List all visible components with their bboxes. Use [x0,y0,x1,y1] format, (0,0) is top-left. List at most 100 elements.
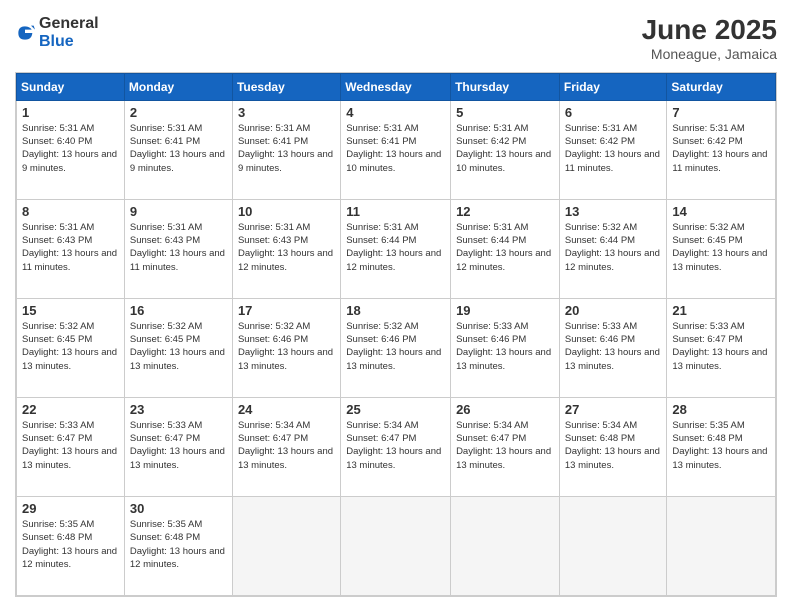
day-number: 24 [238,402,335,417]
day-info: Sunrise: 5:34 AMSunset: 6:47 PMDaylight:… [456,419,554,472]
day-number: 17 [238,303,335,318]
page: General Blue June 2025 Moneague, Jamaica… [0,0,792,612]
day-number: 27 [565,402,662,417]
day-number: 29 [22,501,119,516]
calendar-cell [232,496,340,595]
day-number: 7 [672,105,770,120]
calendar-cell: 10 Sunrise: 5:31 AMSunset: 6:43 PMDayligh… [232,199,340,298]
month-title: June 2025 [642,15,777,46]
col-tuesday: Tuesday [232,73,340,100]
col-wednesday: Wednesday [341,73,451,100]
calendar-cell: 8 Sunrise: 5:31 AMSunset: 6:43 PMDaylight… [17,199,125,298]
day-info: Sunrise: 5:33 AMSunset: 6:46 PMDaylight:… [565,320,662,373]
logo-text: General Blue [39,15,99,50]
day-number: 2 [130,105,227,120]
logo-blue-text: Blue [39,33,99,51]
calendar-cell: 19 Sunrise: 5:33 AMSunset: 6:46 PMDayligh… [451,298,560,397]
calendar-cell: 6 Sunrise: 5:31 AMSunset: 6:42 PMDaylight… [559,100,667,199]
day-info: Sunrise: 5:34 AMSunset: 6:47 PMDaylight:… [238,419,335,472]
day-info: Sunrise: 5:34 AMSunset: 6:48 PMDaylight:… [565,419,662,472]
day-info: Sunrise: 5:31 AMSunset: 6:40 PMDaylight:… [22,122,119,175]
calendar-cell: 15Sunrise: 5:32 AMSunset: 6:45 PMDayligh… [17,298,125,397]
calendar-week-5: 29 Sunrise: 5:35 AMSunset: 6:48 PMDayligh… [17,496,776,595]
calendar-cell [341,496,451,595]
day-number: 18 [346,303,445,318]
day-number: 23 [130,402,227,417]
col-friday: Friday [559,73,667,100]
day-number: 30 [130,501,227,516]
calendar-week-1: 1 Sunrise: 5:31 AMSunset: 6:40 PMDaylight… [17,100,776,199]
calendar-cell: 7 Sunrise: 5:31 AMSunset: 6:42 PMDaylight… [667,100,776,199]
day-info: Sunrise: 5:31 AMSunset: 6:43 PMDaylight:… [130,221,227,274]
calendar-cell: 1 Sunrise: 5:31 AMSunset: 6:40 PMDaylight… [17,100,125,199]
day-info: Sunrise: 5:32 AMSunset: 6:46 PMDaylight:… [238,320,335,373]
day-info: Sunrise: 5:35 AMSunset: 6:48 PMDaylight:… [672,419,770,472]
day-info: Sunrise: 5:32 AMSunset: 6:46 PMDaylight:… [346,320,445,373]
day-info: Sunrise: 5:31 AMSunset: 6:41 PMDaylight:… [238,122,335,175]
calendar-cell: 13Sunrise: 5:32 AMSunset: 6:44 PMDayligh… [559,199,667,298]
day-number: 6 [565,105,662,120]
calendar-cell: 17 Sunrise: 5:32 AMSunset: 6:46 PMDayligh… [232,298,340,397]
calendar-cell: 23 Sunrise: 5:33 AMSunset: 6:47 PMDayligh… [124,397,232,496]
day-info: Sunrise: 5:35 AMSunset: 6:48 PMDaylight:… [22,518,119,571]
day-info: Sunrise: 5:34 AMSunset: 6:47 PMDaylight:… [346,419,445,472]
calendar-cell: 14Sunrise: 5:32 AMSunset: 6:45 PMDayligh… [667,199,776,298]
calendar-week-2: 8 Sunrise: 5:31 AMSunset: 6:43 PMDaylight… [17,199,776,298]
calendar-header-row: Sunday Monday Tuesday Wednesday Thursday… [17,73,776,100]
day-info: Sunrise: 5:31 AMSunset: 6:42 PMDaylight:… [456,122,554,175]
calendar: Sunday Monday Tuesday Wednesday Thursday… [15,72,777,597]
day-info: Sunrise: 5:31 AMSunset: 6:43 PMDaylight:… [22,221,119,274]
calendar-cell: 12 Sunrise: 5:31 AMSunset: 6:44 PMDayligh… [451,199,560,298]
calendar-cell: 25Sunrise: 5:34 AMSunset: 6:47 PMDayligh… [341,397,451,496]
logo: General Blue [15,15,99,50]
day-number: 8 [22,204,119,219]
calendar-cell: 16Sunrise: 5:32 AMSunset: 6:45 PMDayligh… [124,298,232,397]
day-number: 28 [672,402,770,417]
calendar-cell: 22Sunrise: 5:33 AMSunset: 6:47 PMDayligh… [17,397,125,496]
day-number: 26 [456,402,554,417]
day-info: Sunrise: 5:31 AMSunset: 6:42 PMDaylight:… [672,122,770,175]
col-sunday: Sunday [17,73,125,100]
day-number: 12 [456,204,554,219]
day-info: Sunrise: 5:31 AMSunset: 6:43 PMDaylight:… [238,221,335,274]
calendar-cell: 9 Sunrise: 5:31 AMSunset: 6:43 PMDaylight… [124,199,232,298]
calendar-cell: 24 Sunrise: 5:34 AMSunset: 6:47 PMDayligh… [232,397,340,496]
calendar-cell: 28 Sunrise: 5:35 AMSunset: 6:48 PMDayligh… [667,397,776,496]
day-number: 11 [346,204,445,219]
logo-icon [15,23,35,43]
calendar-cell: 2 Sunrise: 5:31 AMSunset: 6:41 PMDaylight… [124,100,232,199]
day-info: Sunrise: 5:33 AMSunset: 6:47 PMDaylight:… [672,320,770,373]
day-number: 16 [130,303,227,318]
header: General Blue June 2025 Moneague, Jamaica [15,15,777,62]
day-number: 1 [22,105,119,120]
day-number: 19 [456,303,554,318]
calendar-cell: 11Sunrise: 5:31 AMSunset: 6:44 PMDayligh… [341,199,451,298]
calendar-cell [667,496,776,595]
day-number: 15 [22,303,119,318]
day-info: Sunrise: 5:31 AMSunset: 6:41 PMDaylight:… [130,122,227,175]
day-info: Sunrise: 5:35 AMSunset: 6:48 PMDaylight:… [130,518,227,571]
calendar-cell [559,496,667,595]
calendar-cell: 20 Sunrise: 5:33 AMSunset: 6:46 PMDayligh… [559,298,667,397]
col-monday: Monday [124,73,232,100]
day-info: Sunrise: 5:33 AMSunset: 6:47 PMDaylight:… [130,419,227,472]
day-number: 3 [238,105,335,120]
title-section: June 2025 Moneague, Jamaica [642,15,777,62]
day-info: Sunrise: 5:31 AMSunset: 6:44 PMDaylight:… [456,221,554,274]
day-info: Sunrise: 5:31 AMSunset: 6:42 PMDaylight:… [565,122,662,175]
day-info: Sunrise: 5:32 AMSunset: 6:45 PMDaylight:… [672,221,770,274]
day-number: 4 [346,105,445,120]
calendar-cell: 21Sunrise: 5:33 AMSunset: 6:47 PMDayligh… [667,298,776,397]
day-info: Sunrise: 5:31 AMSunset: 6:41 PMDaylight:… [346,122,445,175]
calendar-cell: 18 Sunrise: 5:32 AMSunset: 6:46 PMDayligh… [341,298,451,397]
calendar-week-3: 15Sunrise: 5:32 AMSunset: 6:45 PMDayligh… [17,298,776,397]
col-saturday: Saturday [667,73,776,100]
day-info: Sunrise: 5:33 AMSunset: 6:46 PMDaylight:… [456,320,554,373]
location: Moneague, Jamaica [642,46,777,62]
calendar-cell: 26 Sunrise: 5:34 AMSunset: 6:47 PMDayligh… [451,397,560,496]
day-number: 9 [130,204,227,219]
day-number: 10 [238,204,335,219]
day-number: 20 [565,303,662,318]
col-thursday: Thursday [451,73,560,100]
day-number: 5 [456,105,554,120]
